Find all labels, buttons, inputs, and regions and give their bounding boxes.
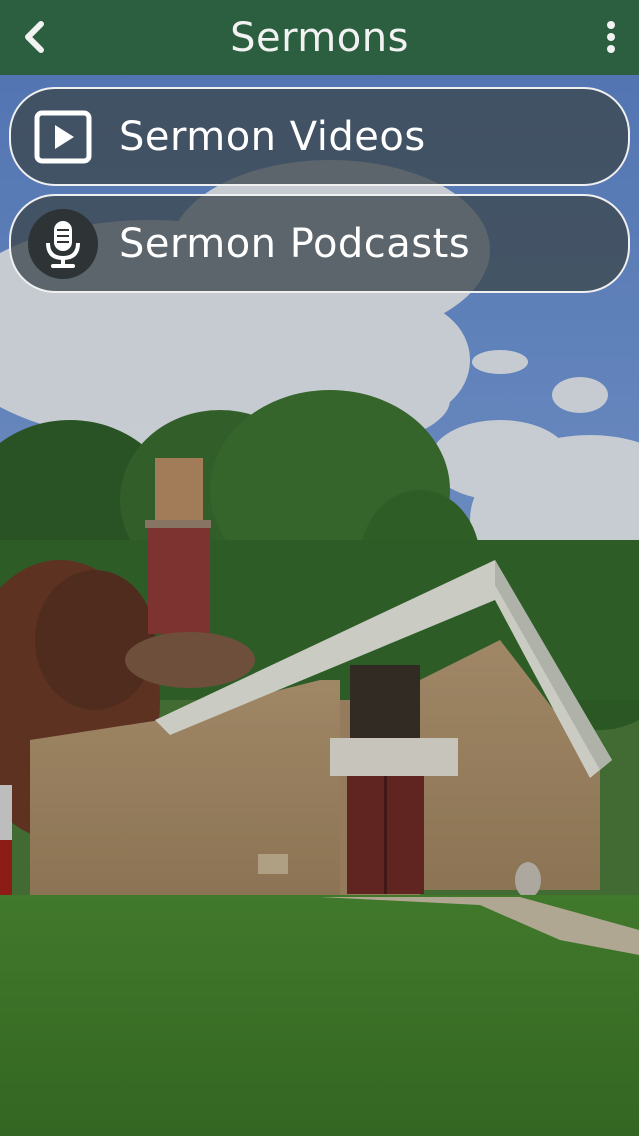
more-vertical-icon <box>607 21 615 53</box>
microphone-icon <box>27 208 99 280</box>
sermon-podcasts-button[interactable]: Sermon Podcasts <box>9 194 630 293</box>
app-screen: Sermons Sermon Videos Sermon Podcasts <box>0 0 639 1136</box>
sermon-podcasts-label: Sermon Podcasts <box>119 220 471 267</box>
chevron-left-icon <box>25 21 44 53</box>
back-button[interactable] <box>12 14 56 60</box>
play-video-icon <box>27 101 99 173</box>
sermon-videos-label: Sermon Videos <box>119 113 426 160</box>
sermon-videos-button[interactable]: Sermon Videos <box>9 87 630 186</box>
overflow-menu-button[interactable] <box>599 14 623 60</box>
app-header: Sermons <box>0 0 639 75</box>
page-title: Sermons <box>230 14 409 61</box>
sermon-menu-list: Sermon Videos Sermon Podcasts <box>9 87 630 301</box>
